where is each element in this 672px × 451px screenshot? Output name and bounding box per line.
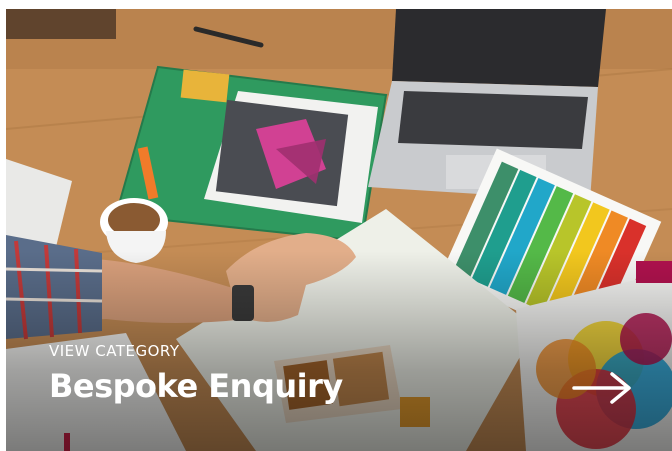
category-card[interactable]: VIEW CATEGORY Bespoke Enquiry [6, 9, 672, 451]
category-title[interactable]: Bespoke Enquiry [49, 367, 343, 405]
arrow-right-icon[interactable] [572, 370, 634, 406]
view-category-label[interactable]: VIEW CATEGORY [49, 342, 180, 360]
